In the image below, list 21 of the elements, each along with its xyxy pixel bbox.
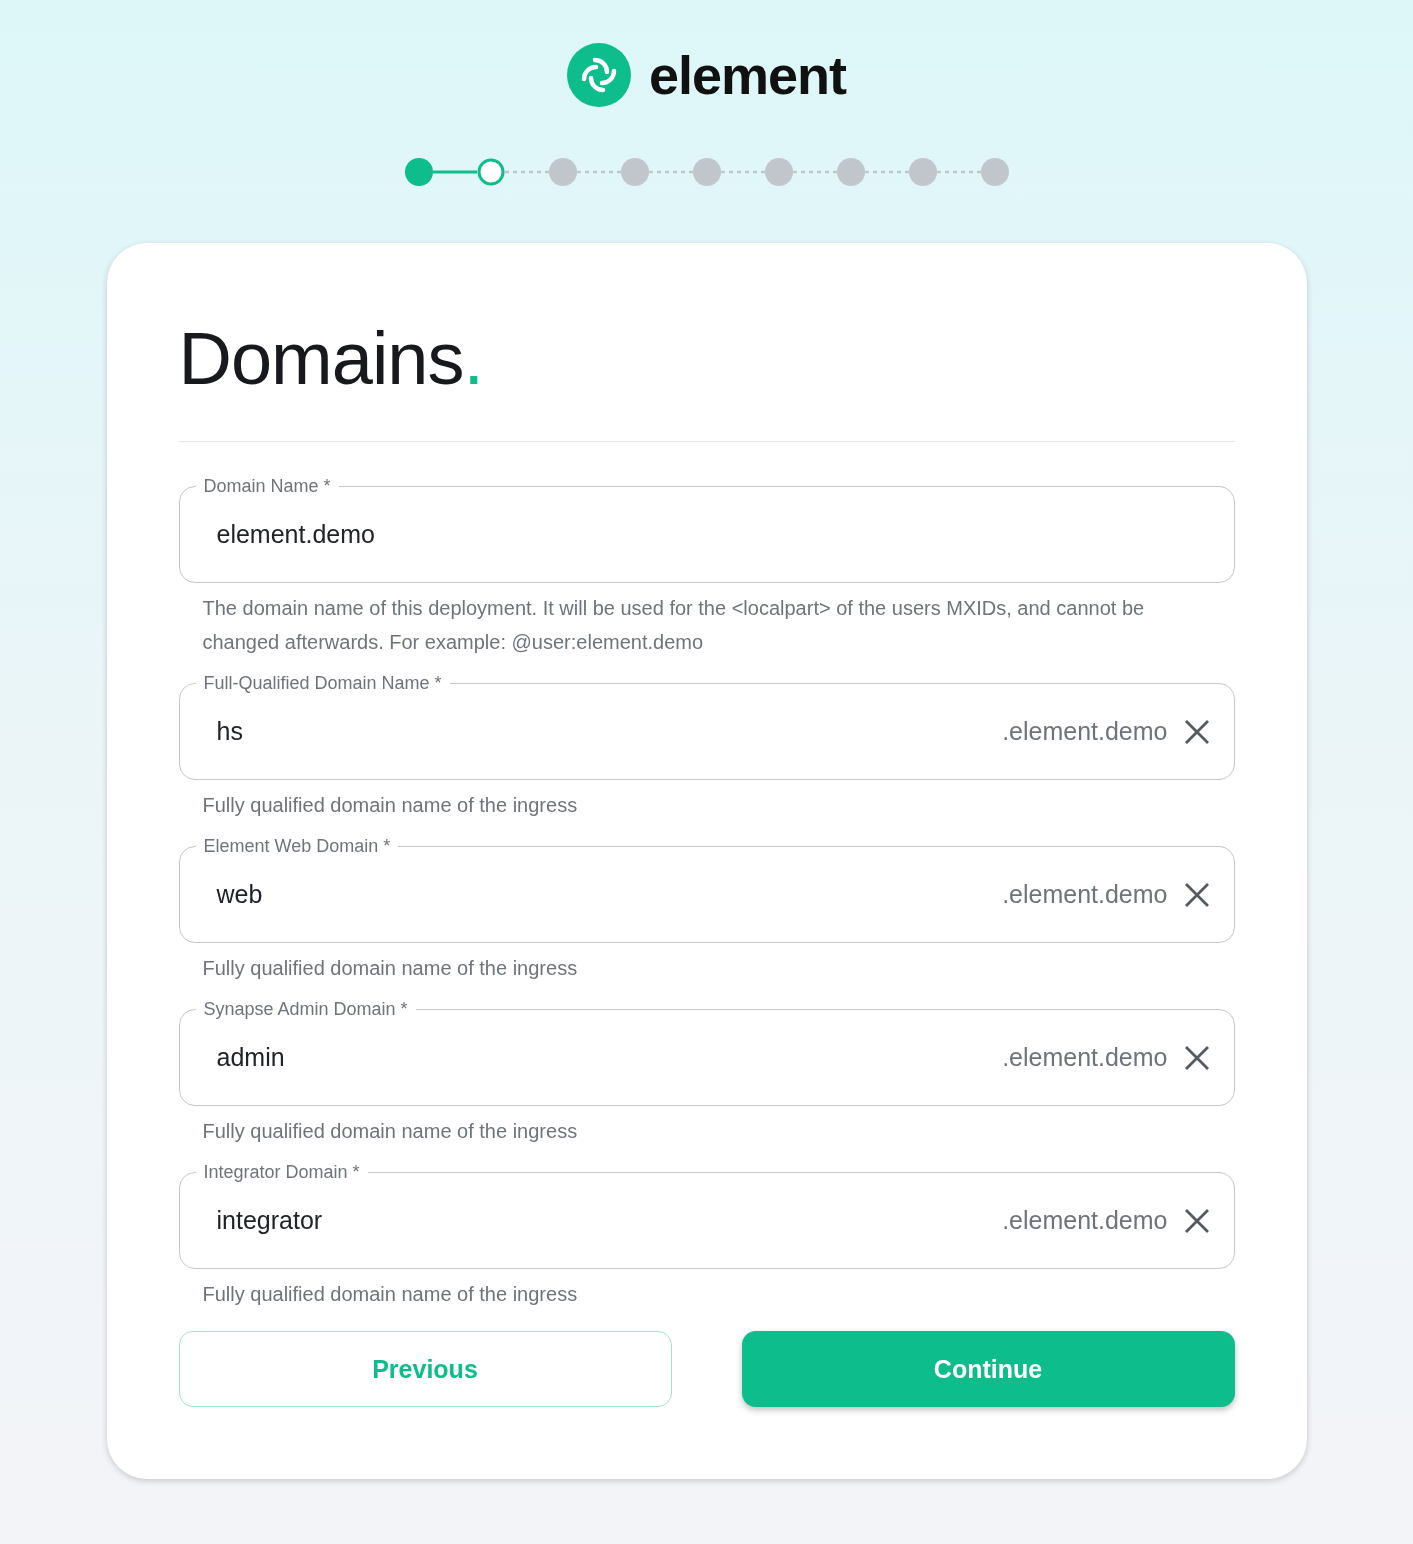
close-icon — [1183, 881, 1210, 908]
field-label: Full-Qualified Domain Name * — [203, 673, 442, 693]
helper-text: Fully qualified domain name of the ingress — [202, 1119, 579, 1144]
field-label: Synapse Admin Domain * — [203, 999, 408, 1019]
helper-text: The domain name of this deployment. It will be used for the <localpart> of the users MXIDs, and cannot be changed afterwards. For example: @user:element.demo — [202, 596, 1146, 655]
field-label: Element Web Domain * — [203, 836, 391, 856]
field-label: Domain Name * — [203, 476, 331, 496]
close-icon — [1183, 718, 1210, 745]
helper-text: Fully qualified domain name of the ingress — [202, 793, 579, 818]
logo-icon — [566, 43, 631, 107]
domain-suffix: .element.demo — [1002, 1043, 1168, 1072]
domain-suffix: .element.demo — [1002, 1206, 1168, 1235]
field-label: Integrator Domain * — [203, 1162, 360, 1182]
helper-text: Fully qualified domain name of the ingress — [202, 1282, 579, 1307]
brand-name: element — [648, 48, 847, 102]
domain-suffix: .element.demo — [1002, 717, 1168, 746]
helper-text: Fully qualified domain name of the ingress — [202, 956, 579, 981]
close-icon — [1183, 1044, 1210, 1071]
page-title: Domains. — [178, 317, 484, 400]
close-icon — [1183, 1207, 1210, 1234]
domain-suffix: .element.demo — [1002, 880, 1168, 909]
